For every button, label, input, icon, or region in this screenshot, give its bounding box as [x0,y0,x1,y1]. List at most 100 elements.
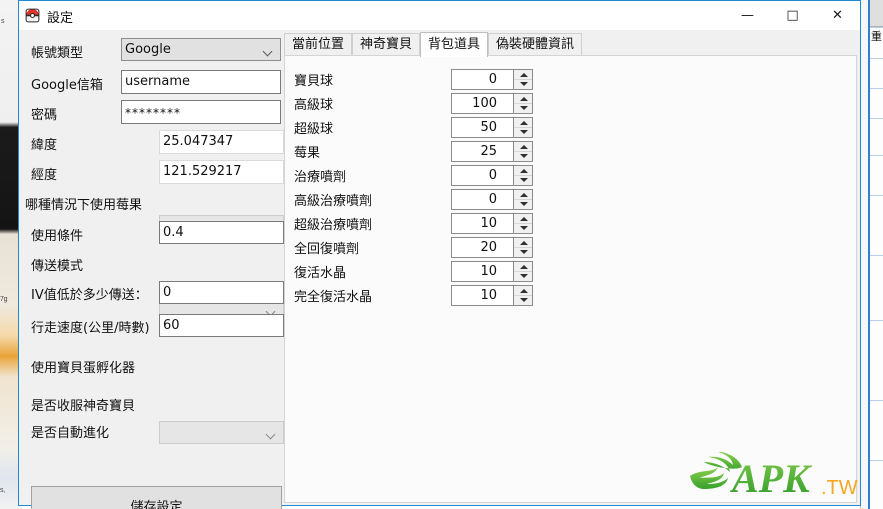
screen-root: s 7g s, 重 設定 — □ ✕ [0,0,883,509]
spinner-buttons [513,238,532,257]
google-email-input[interactable]: username [121,70,281,94]
minimize-button[interactable]: — [725,1,770,30]
settings-form-panel: 帳號類型 Google Google信箱 username 密碼 *******… [19,30,270,505]
item-value-razzberry: 25 [452,142,513,161]
item-spinner-greatball[interactable]: 100 [451,93,533,114]
bg-right-edge [868,0,870,509]
label-teleport-mode: 傳送模式 [31,255,83,274]
svg-text:APK: APK [729,456,812,501]
bg-right-grid [870,0,883,509]
use-condition-input[interactable]: 0.4 [159,221,284,244]
tab-current-location[interactable]: 當前位置 [284,33,352,56]
label-berry-condition: 哪種情況下使用莓果 [25,194,142,213]
item-spinner-potion[interactable]: 0 [451,165,533,186]
tab-container: 當前位置 神奇寶貝 背包道具 偽裝硬體資訊 寶貝球 0 高 [284,33,857,503]
tab-bag-items[interactable]: 背包道具 [420,32,488,57]
spinner-down-icon[interactable] [514,295,532,304]
item-spinner-super-potion[interactable]: 0 [451,189,533,210]
spinner-buttons [513,94,532,113]
maximize-button[interactable]: □ [770,1,815,30]
chevron-down-icon [267,431,276,436]
spinner-buttons [513,286,532,305]
spinner-down-icon[interactable] [514,151,532,160]
spinner-buttons [513,214,532,233]
apk-tw-logo-icon: APK .TW [688,452,863,504]
spinner-buttons [513,190,532,209]
title-bar[interactable]: 設定 — □ ✕ [19,1,860,30]
item-label-ultraball: 超級球 [294,118,333,137]
spinner-down-icon[interactable] [514,247,532,256]
item-spinner-hyper-potion[interactable]: 10 [451,213,533,234]
spinner-buttons [513,142,532,161]
longitude-input[interactable]: 121.529217 [159,160,284,184]
spinner-down-icon[interactable] [514,199,532,208]
save-settings-button[interactable]: 儲存設定 [31,486,282,509]
spinner-down-icon[interactable] [514,175,532,184]
iv-threshold-input[interactable]: 0 [159,281,284,304]
item-label-razzberry: 莓果 [294,142,320,161]
item-label-max-potion: 全回復噴劑 [294,238,359,257]
item-label-revive: 復活水晶 [294,262,346,281]
item-value-revive: 10 [452,262,513,281]
password-input[interactable]: ******** [121,100,281,124]
spinner-buttons [513,118,532,137]
walk-speed-input[interactable]: 60 [159,314,284,337]
bg-right-label: 重 [871,31,882,42]
spinner-down-icon[interactable] [514,103,532,112]
latitude-input[interactable]: 25.047347 [159,130,284,154]
bg-fragment-2: 7g [0,296,7,303]
window-controls: — □ ✕ [725,1,860,30]
dialog-client-area: 帳號類型 Google Google信箱 username 密碼 *******… [19,30,860,505]
item-spinner-pokeball[interactable]: 0 [451,69,533,90]
item-label-max-revive: 完全復活水晶 [294,286,372,305]
label-egg-incubator: 使用寶貝蛋孵化器 [31,357,135,376]
chevron-down-icon [264,48,273,53]
item-value-greatball: 100 [452,94,513,113]
bg-fragment-0: s [1,18,4,25]
spinner-down-icon[interactable] [514,79,532,88]
item-label-super-potion: 高級治療噴劑 [294,190,372,209]
spinner-down-icon[interactable] [514,271,532,280]
item-spinner-ultraball[interactable]: 50 [451,117,533,138]
svg-text:.TW: .TW [821,477,858,499]
account-type-combo[interactable]: Google [121,38,281,61]
item-spinner-revive[interactable]: 10 [451,261,533,282]
item-label-potion: 治療噴劑 [294,166,346,185]
item-value-max-revive: 10 [452,286,513,305]
bg-right-header [870,0,883,27]
background-window-right: 重 [860,0,883,509]
tab-strip: 當前位置 神奇寶貝 背包道具 偽裝硬體資訊 [284,33,857,56]
label-catch-pokemon: 是否收服神奇寶貝 [31,395,135,414]
label-use-condition: 使用條件 [31,225,83,244]
label-google-email: Google信箱 [31,74,103,93]
item-label-pokeball: 寶貝球 [294,70,333,89]
chevron-down-icon [267,308,276,313]
spinner-down-icon[interactable] [514,127,532,136]
item-value-potion: 0 [452,166,513,185]
label-account-type: 帳號類型 [31,42,83,61]
item-spinner-max-potion[interactable]: 20 [451,237,533,258]
egg-incubator-combo[interactable] [159,421,284,444]
spinner-buttons [513,166,532,185]
item-spinner-max-revive[interactable]: 10 [451,285,533,306]
label-longitude: 經度 [31,164,57,183]
item-label-greatball: 高級球 [294,94,333,113]
close-button[interactable]: ✕ [815,1,860,30]
label-walk-speed: 行走速度(公里/時數) [31,317,150,336]
item-value-hyper-potion: 10 [452,214,513,233]
pokeball-icon [24,7,41,24]
window-title: 設定 [47,7,73,26]
label-password: 密碼 [31,104,57,123]
bag-items-panel: 寶貝球 0 高級球 100 [284,55,857,503]
label-iv-threshold: IV值低於多少傳送： [31,284,148,303]
bg-fragment-1: s, [0,487,5,494]
label-auto-evolve: 是否自動進化 [31,422,109,441]
spinner-buttons [513,70,532,89]
apk-tw-watermark: APK .TW [688,452,863,504]
spinner-down-icon[interactable] [514,223,532,232]
item-spinner-razzberry[interactable]: 25 [451,141,533,162]
item-value-pokeball: 0 [452,70,513,89]
tab-pokemon[interactable]: 神奇寶貝 [352,33,420,56]
tab-fake-hardware[interactable]: 偽裝硬體資訊 [488,33,582,56]
item-value-max-potion: 20 [452,238,513,257]
